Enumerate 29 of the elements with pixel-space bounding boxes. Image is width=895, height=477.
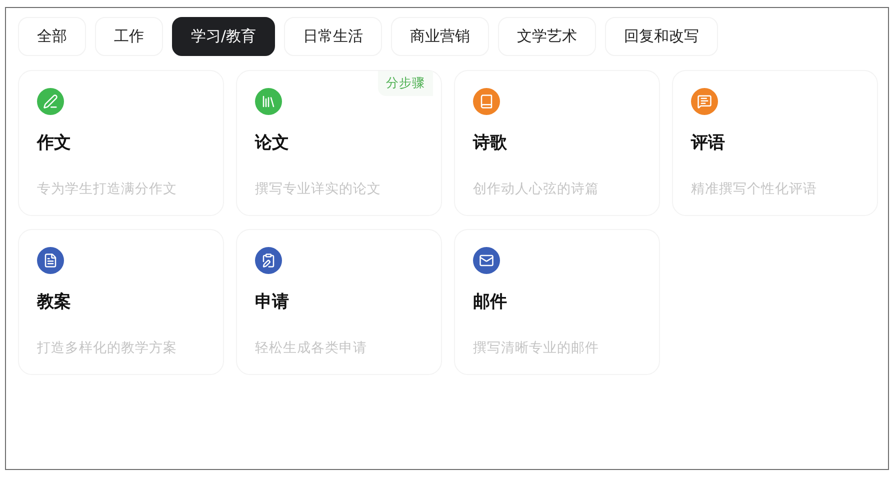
card-description: 专为学生打造满分作文 (37, 180, 178, 198)
card-title: 邮件 (473, 291, 508, 313)
card-description: 撰写清晰专业的邮件 (473, 339, 600, 357)
template-card[interactable]: 邮件 撰写清晰专业的邮件 (454, 229, 660, 375)
card-description: 打造多样化的教学方案 (37, 339, 178, 357)
card-description: 精准撰写个性化评语 (691, 180, 818, 198)
template-card[interactable]: 教案 打造多样化的教学方案 (18, 229, 224, 375)
template-card[interactable]: 诗歌 创作动人心弦的诗篇 (454, 70, 660, 216)
category-tab[interactable]: 商业营销 (391, 17, 490, 56)
template-card[interactable]: 评语 精准撰写个性化评语 (672, 70, 878, 216)
card-title: 申请 (255, 291, 290, 313)
card-title: 作文 (37, 132, 72, 154)
template-card[interactable]: 申请 轻松生成各类申请 (236, 229, 442, 375)
card-description: 撰写专业详实的论文 (255, 180, 382, 198)
card-title: 诗歌 (473, 132, 508, 154)
card-description: 轻松生成各类申请 (255, 339, 368, 357)
category-tab[interactable]: 全部 (18, 17, 86, 56)
category-tab[interactable]: 文学艺术 (498, 17, 596, 56)
card-description: 创作动人心弦的诗篇 (473, 180, 600, 198)
card-title: 教案 (37, 291, 72, 313)
template-card[interactable]: 作文 专为学生打造满分作文 (18, 70, 224, 216)
step-badge: 分步骤 (378, 71, 433, 96)
card-title: 论文 (255, 132, 290, 154)
category-tab[interactable]: 工作 (95, 17, 163, 56)
template-card[interactable]: 论文 撰写专业详实的论文 分步骤 (236, 70, 442, 216)
category-tab[interactable]: 日常生活 (284, 17, 382, 56)
card-title: 评语 (691, 132, 726, 154)
category-tab[interactable]: 学习/教育 (172, 17, 276, 56)
category-tab[interactable]: 回复和改写 (605, 17, 718, 56)
